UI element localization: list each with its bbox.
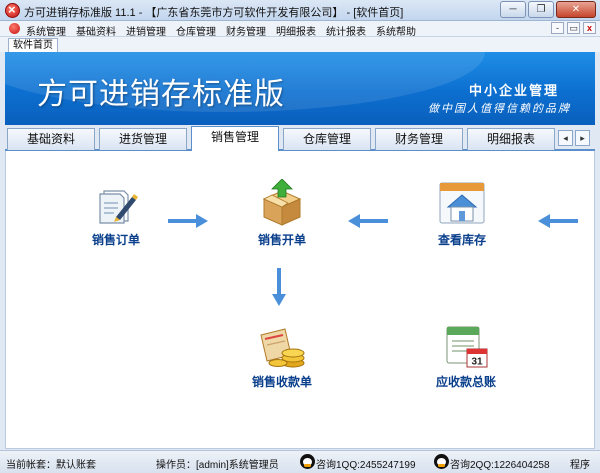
- warehouse-house-icon: [439, 182, 485, 224]
- sales-order-label: 销售订单: [91, 233, 140, 247]
- operator-text: 操作员：[admin]系统管理员: [156, 460, 279, 471]
- order-document-pen-icon: [99, 190, 138, 224]
- mdi-close-button[interactable]: x: [583, 22, 596, 34]
- module-tab-bar: 基础资料 进货管理 销售管理 仓库管理 财务管理 明细报表 ◂ ▸: [5, 125, 595, 151]
- sales-receipt-label: 销售收款单: [251, 375, 312, 389]
- sales-receipt-item[interactable]: 销售收款单: [232, 325, 332, 390]
- sales-order-item[interactable]: 销售订单: [66, 183, 166, 248]
- flow-arrow-down-icon: [272, 268, 286, 306]
- product-banner: 方可进销存标准版 中小企业管理 做中国人值得信赖的品牌: [5, 52, 595, 125]
- status-bar: 当前帐套：默认账套 操作员：[admin]系统管理员 咨询1QQ:2455247…: [0, 450, 600, 473]
- tab-detail-report[interactable]: 明细报表: [467, 128, 555, 150]
- app-logo-icon: [5, 2, 20, 18]
- document-tab-strip: 软件首页: [0, 37, 600, 52]
- flow-arrow-right-icon: [168, 214, 208, 228]
- flow-arrow-incoming-icon: [538, 214, 578, 228]
- view-stock-item[interactable]: 查看库存: [412, 181, 512, 248]
- close-button[interactable]: ✕: [556, 1, 596, 18]
- sales-invoice-label: 销售开单: [257, 233, 306, 247]
- menu-detail-report[interactable]: 明细报表: [276, 23, 316, 38]
- coins-receipt-icon: [260, 328, 305, 368]
- menu-finance[interactable]: 财务管理: [226, 23, 266, 38]
- menu-system[interactable]: 系统管理: [26, 23, 66, 38]
- menu-purchase-sales[interactable]: 进销管理: [126, 23, 166, 38]
- tab-scroll-left-button[interactable]: ◂: [558, 130, 573, 146]
- minimize-button[interactable]: ─: [500, 1, 526, 18]
- menu-stat-report[interactable]: 统计报表: [326, 23, 366, 38]
- tab-scroll-right-button[interactable]: ▸: [575, 130, 590, 146]
- status-trailing-text: 程序: [570, 460, 590, 471]
- tab-purchase[interactable]: 进货管理: [99, 128, 187, 150]
- tab-basic-data[interactable]: 基础资料: [7, 128, 95, 150]
- menu-basic-data[interactable]: 基础资料: [76, 23, 116, 38]
- window-titlebar: 方可进销存标准版 11.1 - 【广东省东莞市方可软件开发有限公司】 - [软件…: [0, 0, 600, 21]
- tab-warehouse[interactable]: 仓库管理: [283, 128, 371, 150]
- tab-finance[interactable]: 财务管理: [375, 128, 463, 150]
- qq-icon[interactable]: [300, 454, 315, 469]
- view-stock-label: 查看库存: [437, 233, 486, 247]
- box-upload-icon: [262, 179, 302, 226]
- menu-bar: 系统管理 基础资料 进销管理 仓库管理 财务管理 明细报表 统计报表 系统帮助 …: [0, 21, 600, 38]
- banner-slogan: 中小企业管理: [468, 83, 559, 98]
- qq-icon[interactable]: [434, 454, 449, 469]
- restore-button[interactable]: ❐: [528, 1, 554, 18]
- tab-home-page[interactable]: 软件首页: [8, 38, 58, 52]
- calendar-day-text: 31: [471, 357, 483, 368]
- menu-warehouse[interactable]: 仓库管理: [176, 23, 216, 38]
- qq-contact-2[interactable]: 咨询2QQ:1226404258: [450, 456, 550, 471]
- system-menu-icon[interactable]: [9, 23, 20, 34]
- mdi-minimize-button[interactable]: -: [551, 22, 564, 34]
- menu-help[interactable]: 系统帮助: [376, 23, 416, 38]
- banner-subtitle: 做中国人值得信赖的品牌: [428, 103, 571, 115]
- receivable-ledger-label: 应收款总账: [435, 375, 496, 389]
- sales-flow-workspace: 销售订单 销售开单 查看库存 销售收款单 31 应收款总账: [5, 151, 595, 449]
- current-account-text: 当前帐套：默认账套: [6, 460, 96, 471]
- qq-contact-1[interactable]: 咨询1QQ:2455247199: [316, 456, 416, 471]
- window-title: 方可进销存标准版 11.1 - 【广东省东莞市方可软件开发有限公司】 - [软件…: [24, 7, 404, 19]
- receivable-ledger-item[interactable]: 31 应收款总账: [416, 325, 516, 390]
- calendar-ledger-icon: 31: [446, 326, 488, 368]
- tab-sales[interactable]: 销售管理: [191, 126, 279, 151]
- flow-arrow-left-icon: [348, 214, 388, 228]
- mdi-restore-button[interactable]: ▭: [567, 22, 580, 34]
- banner-title: 方可进销存标准版: [37, 77, 285, 112]
- sales-invoice-item[interactable]: 销售开单: [232, 179, 332, 248]
- window-controls: ─ ❐ ✕: [500, 1, 596, 18]
